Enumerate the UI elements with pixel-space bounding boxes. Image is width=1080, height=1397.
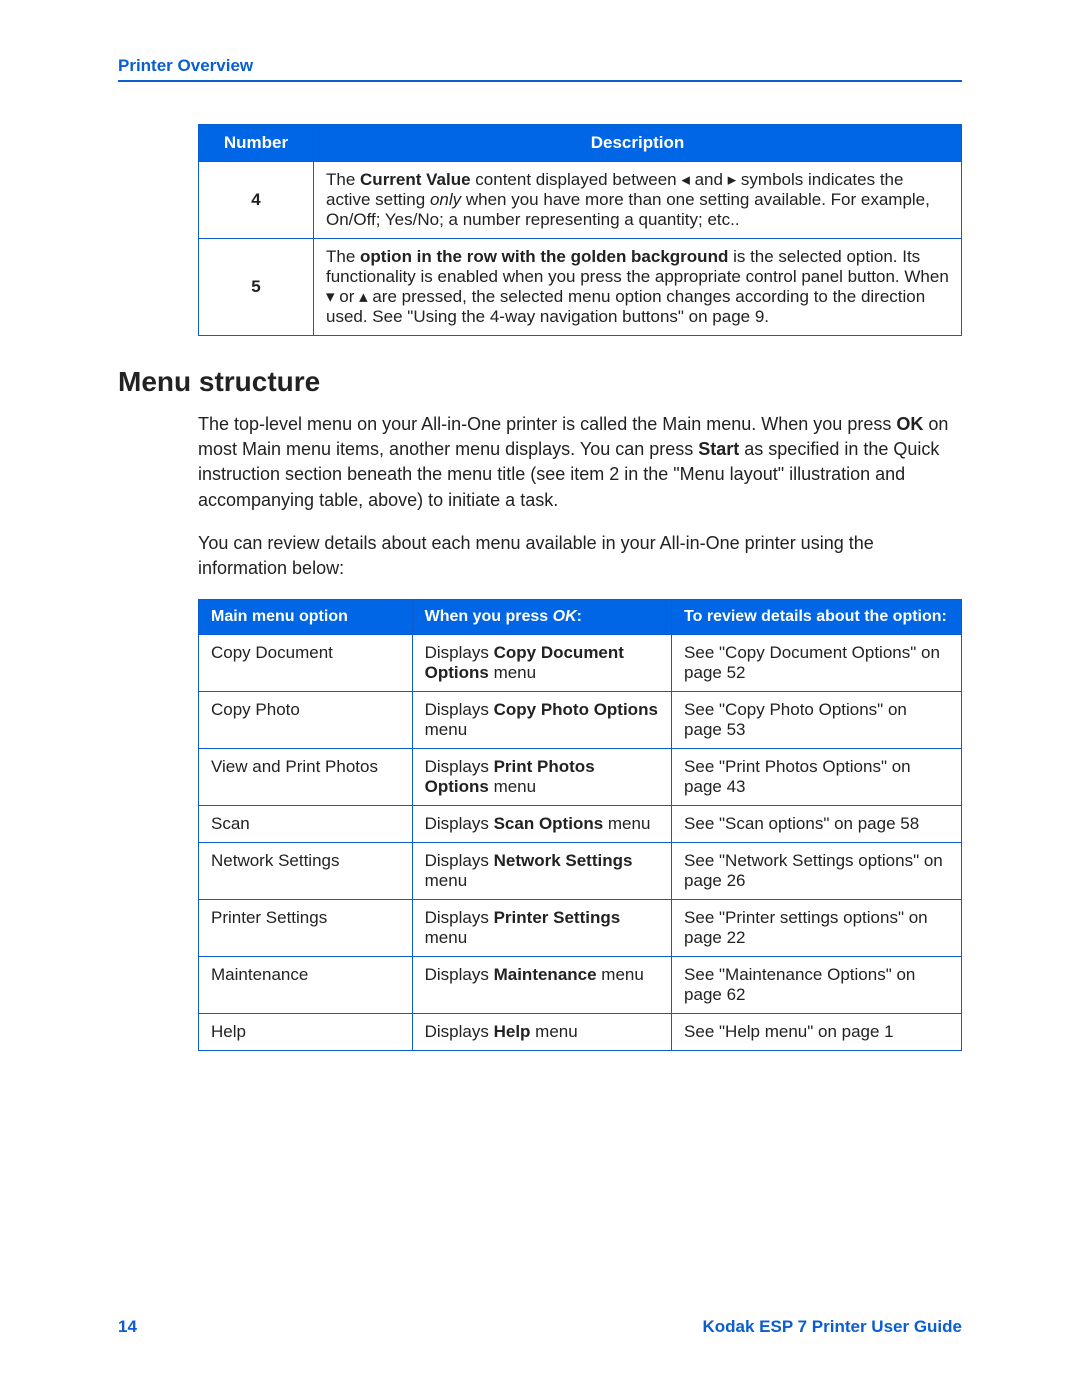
table-row: ScanDisplays Scan Options menuSee "Scan …	[199, 806, 962, 843]
cell-number: 4	[199, 162, 314, 239]
cell-when-press-ok: Displays Network Settings menu	[412, 843, 671, 900]
table-row: Printer SettingsDisplays Printer Setting…	[199, 900, 962, 957]
cell-when-press-ok: Displays Maintenance menu	[412, 957, 671, 1014]
table-row: 5 The option in the row with the golden …	[199, 239, 962, 336]
paragraph: The top-level menu on your All-in-One pr…	[198, 412, 962, 513]
th-review-details: To review details about the option:	[672, 600, 962, 635]
table-row: View and Print PhotosDisplays Print Phot…	[199, 749, 962, 806]
cell-description: The Current Value content displayed betw…	[314, 162, 962, 239]
cell-review-details: See "Scan options" on page 58	[672, 806, 962, 843]
cell-main-menu-option: View and Print Photos	[199, 749, 413, 806]
cell-when-press-ok: Displays Copy Document Options menu	[412, 635, 671, 692]
paragraph: You can review details about each menu a…	[198, 531, 962, 581]
number-description-table: Number Description 4 The Current Value c…	[198, 124, 962, 336]
cell-main-menu-option: Copy Document	[199, 635, 413, 692]
th-main-menu-option: Main menu option	[199, 600, 413, 635]
cell-review-details: See "Copy Photo Options" on page 53	[672, 692, 962, 749]
content-area: Number Description 4 The Current Value c…	[198, 124, 962, 1051]
section-heading: Menu structure	[118, 366, 962, 398]
cell-main-menu-option: Help	[199, 1014, 413, 1051]
cell-review-details: See "Copy Document Options" on page 52	[672, 635, 962, 692]
cell-when-press-ok: Displays Printer Settings menu	[412, 900, 671, 957]
cell-review-details: See "Printer settings options" on page 2…	[672, 900, 962, 957]
th-when-press-ok: When you press OK:	[412, 600, 671, 635]
document-page: Printer Overview Number Description 4 Th…	[0, 0, 1080, 1397]
cell-when-press-ok: Displays Copy Photo Options menu	[412, 692, 671, 749]
page-footer: 14 Kodak ESP 7 Printer User Guide	[118, 1317, 962, 1337]
cell-description: The option in the row with the golden ba…	[314, 239, 962, 336]
cell-review-details: See "Print Photos Options" on page 43	[672, 749, 962, 806]
page-header: Printer Overview	[118, 56, 962, 82]
th-number: Number	[199, 125, 314, 162]
cell-review-details: See "Network Settings options" on page 2…	[672, 843, 962, 900]
table-row: HelpDisplays Help menuSee "Help menu" on…	[199, 1014, 962, 1051]
table-row: Copy PhotoDisplays Copy Photo Options me…	[199, 692, 962, 749]
cell-review-details: See "Help menu" on page 1	[672, 1014, 962, 1051]
cell-review-details: See "Maintenance Options" on page 62	[672, 957, 962, 1014]
cell-when-press-ok: Displays Print Photos Options menu	[412, 749, 671, 806]
cell-main-menu-option: Scan	[199, 806, 413, 843]
table-row: 4 The Current Value content displayed be…	[199, 162, 962, 239]
cell-when-press-ok: Displays Scan Options menu	[412, 806, 671, 843]
table-row: MaintenanceDisplays Maintenance menuSee …	[199, 957, 962, 1014]
cell-main-menu-option: Printer Settings	[199, 900, 413, 957]
th-description: Description	[314, 125, 962, 162]
cell-main-menu-option: Copy Photo	[199, 692, 413, 749]
cell-main-menu-option: Maintenance	[199, 957, 413, 1014]
cell-number: 5	[199, 239, 314, 336]
cell-when-press-ok: Displays Help menu	[412, 1014, 671, 1051]
table-row: Network SettingsDisplays Network Setting…	[199, 843, 962, 900]
cell-main-menu-option: Network Settings	[199, 843, 413, 900]
footer-title: Kodak ESP 7 Printer User Guide	[703, 1317, 963, 1337]
table-row: Copy DocumentDisplays Copy Document Opti…	[199, 635, 962, 692]
page-number: 14	[118, 1317, 137, 1337]
menu-structure-table: Main menu option When you press OK: To r…	[198, 599, 962, 1051]
